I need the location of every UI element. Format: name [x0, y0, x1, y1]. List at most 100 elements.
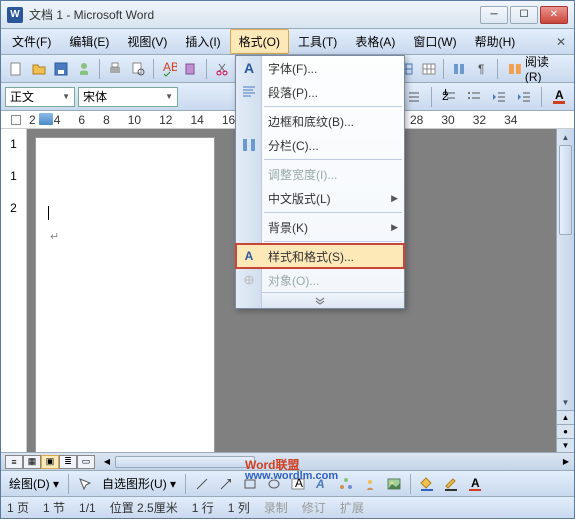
outline-view-button[interactable]: ≣ — [59, 455, 77, 469]
indent-marker[interactable] — [39, 113, 53, 125]
menu-tools[interactable]: 工具(T) — [289, 29, 346, 54]
submenu-arrow-icon: ▶ — [391, 193, 398, 204]
format-dropdown: A 字体(F)... 段落(P)... 边框和底纹(B)... 分栏(C)...… — [235, 55, 405, 309]
new-button[interactable] — [5, 58, 27, 80]
columns-button[interactable] — [448, 58, 470, 80]
textbox-button[interactable]: A — [287, 473, 309, 495]
print-view-button[interactable]: ▣ — [41, 455, 59, 469]
menu-window[interactable]: 窗口(W) — [404, 29, 465, 54]
close-button[interactable]: ✕ — [540, 6, 568, 24]
picture-button[interactable] — [383, 473, 405, 495]
menu-format[interactable]: 格式(O) — [230, 29, 289, 54]
fontcolor-button[interactable]: A — [548, 86, 570, 108]
status-rev[interactable]: 修订 — [302, 499, 326, 516]
scroll-track[interactable] — [557, 145, 574, 394]
read-button[interactable]: 阅读(R) — [502, 58, 570, 80]
diagram-button[interactable] — [335, 473, 357, 495]
showhide-button[interactable]: ¶ — [471, 58, 493, 80]
normal-view-button[interactable]: ≡ — [5, 455, 23, 469]
select-objects-button[interactable] — [74, 473, 96, 495]
menu-help[interactable]: 帮助(H) — [466, 29, 525, 54]
menu-file[interactable]: 文件(F) — [3, 29, 60, 54]
scroll-up-button[interactable]: ▲ — [557, 129, 574, 145]
line-button[interactable] — [191, 473, 213, 495]
draw-menu[interactable]: 绘图(D) ▾ — [5, 473, 63, 494]
clipart-button[interactable] — [359, 473, 381, 495]
status-ext[interactable]: 扩展 — [340, 499, 364, 516]
menu-insert[interactable]: 插入(I) — [176, 29, 229, 54]
window-title: 文档 1 - Microsoft Word — [29, 6, 480, 23]
scroll-right-button[interactable]: ▶ — [558, 457, 574, 466]
prev-page-button[interactable]: ▲ — [557, 410, 574, 424]
statusbar: 1 页 1 节 1/1 位置 2.5厘米 1 行 1 列 录制 修订 扩展 — [1, 496, 574, 518]
next-page-button[interactable]: ▼ — [557, 438, 574, 452]
style-combo[interactable]: 正文▼ — [5, 87, 75, 107]
status-page: 1 页 — [7, 499, 29, 516]
document-page[interactable]: ↵ — [35, 137, 215, 452]
spellcheck-button[interactable]: ABC — [158, 58, 180, 80]
preview-button[interactable] — [127, 58, 149, 80]
menu-font-item[interactable]: A 字体(F)... — [236, 56, 404, 80]
decrease-indent-button[interactable] — [488, 86, 510, 108]
scroll-down-button[interactable]: ▼ — [557, 394, 574, 410]
linecolor-button[interactable] — [440, 473, 462, 495]
chevron-down-icon: ▼ — [62, 92, 70, 101]
menubar: 文件(F) 编辑(E) 视图(V) 插入(I) 格式(O) 工具(T) 表格(A… — [1, 29, 574, 55]
svg-text:2: 2 — [442, 89, 449, 103]
align-distribute-button[interactable] — [403, 86, 425, 108]
web-view-button[interactable]: ▦ — [23, 455, 41, 469]
drawing-toolbar: 绘图(D) ▾ 自选图形(U) ▾ A A A — [1, 470, 574, 496]
print-button[interactable] — [104, 58, 126, 80]
hscroll-thumb[interactable] — [115, 456, 255, 468]
scroll-thumb[interactable] — [559, 145, 572, 235]
research-button[interactable] — [181, 58, 203, 80]
hscroll-track[interactable] — [115, 455, 558, 469]
vertical-scrollbar[interactable]: ▲ ▼ ▲ ● ▼ — [556, 129, 574, 452]
horizontal-scrollbar: ≡ ▦ ▣ ≣ ▭ ◀ ▶ — [1, 452, 574, 470]
maximize-button[interactable]: ☐ — [510, 6, 538, 24]
increase-indent-button[interactable] — [513, 86, 535, 108]
permission-button[interactable] — [73, 58, 95, 80]
browse-object-button[interactable]: ● — [557, 424, 574, 438]
vertical-ruler[interactable]: 1 1 2 — [1, 129, 27, 452]
autoshapes-menu[interactable]: 自选图形(U) ▾ — [98, 473, 180, 494]
menu-asian-item[interactable]: 中文版式(L) ▶ — [236, 186, 404, 210]
open-button[interactable] — [28, 58, 50, 80]
menu-view[interactable]: 视图(V) — [118, 29, 176, 54]
cut-button[interactable] — [211, 58, 233, 80]
menu-styles-item[interactable]: A 样式和格式(S)... — [236, 244, 404, 268]
docclose-button[interactable]: ✕ — [550, 33, 572, 51]
menu-table[interactable]: 表格(A) — [346, 29, 404, 54]
wordart-button[interactable]: A — [311, 473, 333, 495]
numbering-button[interactable]: 12 — [438, 86, 460, 108]
tab-selector[interactable] — [11, 115, 21, 125]
rectangle-button[interactable] — [239, 473, 261, 495]
insert-table-button[interactable] — [418, 58, 440, 80]
minimize-button[interactable]: ─ — [480, 6, 508, 24]
menu-background-item[interactable]: 背景(K) ▶ — [236, 215, 404, 239]
menu-borders-item[interactable]: 边框和底纹(B)... — [236, 109, 404, 133]
font-combo[interactable]: 宋体▼ — [78, 87, 178, 107]
styles-icon: A — [241, 248, 257, 264]
save-button[interactable] — [51, 58, 73, 80]
status-pages: 1/1 — [79, 501, 96, 515]
bullets-button[interactable] — [463, 86, 485, 108]
svg-text:A: A — [555, 89, 564, 102]
fontcolor2-button[interactable]: A — [464, 473, 486, 495]
fillcolor-button[interactable] — [416, 473, 438, 495]
oval-button[interactable] — [263, 473, 285, 495]
chevron-down-icon: ▼ — [165, 92, 173, 101]
svg-text:A: A — [471, 476, 480, 490]
svg-text:A: A — [315, 477, 325, 491]
reading-view-button[interactable]: ▭ — [77, 455, 95, 469]
status-section: 1 节 — [43, 499, 65, 516]
menu-paragraph-item[interactable]: 段落(P)... — [236, 80, 404, 104]
menu-columns-item[interactable]: 分栏(C)... — [236, 133, 404, 157]
titlebar: W 文档 1 - Microsoft Word ─ ☐ ✕ — [1, 1, 574, 29]
scroll-left-button[interactable]: ◀ — [99, 457, 115, 466]
text-cursor — [48, 206, 49, 220]
menu-edit[interactable]: 编辑(E) — [60, 29, 118, 54]
status-position: 位置 2.5厘米 — [110, 499, 178, 516]
arrow-button[interactable] — [215, 473, 237, 495]
status-rec[interactable]: 录制 — [264, 499, 288, 516]
